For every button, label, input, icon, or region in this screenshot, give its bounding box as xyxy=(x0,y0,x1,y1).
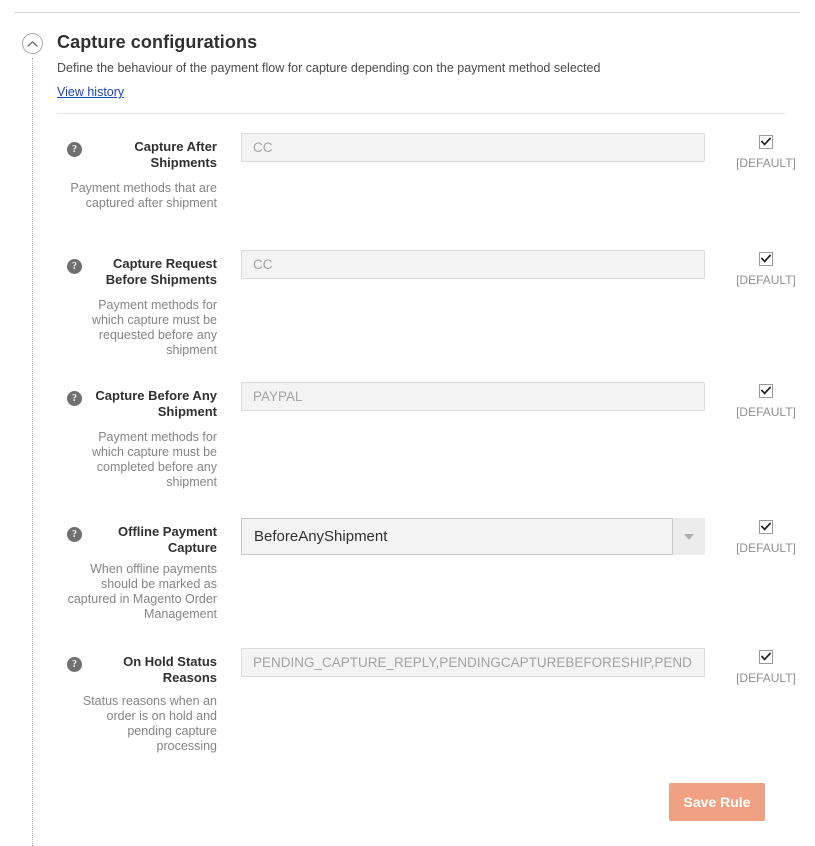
page-title: Capture configurations xyxy=(57,32,258,52)
save-rule-button[interactable]: Save Rule xyxy=(669,783,765,821)
scope-column: [DEFAULT] xyxy=(726,133,806,170)
field-note: Payment methods for which capture must b… xyxy=(91,298,217,357)
select-value[interactable]: BeforeAnyShipment xyxy=(241,518,705,555)
scope-column: [DEFAULT] xyxy=(726,648,806,685)
use-default-checkbox[interactable] xyxy=(759,383,773,398)
scope-label: [DEFAULT] xyxy=(736,405,796,419)
view-history-link[interactable]: View history xyxy=(57,85,124,99)
question-mark-icon[interactable]: ? xyxy=(67,142,82,157)
field-label: Capture Request Before Shipments xyxy=(105,256,217,287)
scope-column: [DEFAULT] xyxy=(726,250,806,287)
question-mark-icon[interactable]: ? xyxy=(67,259,82,274)
capture-configurations-section: Capture configurations Define the behavi… xyxy=(0,0,815,846)
scope-label: [DEFAULT] xyxy=(736,273,796,287)
field-label: Offline Payment Capture xyxy=(118,524,217,555)
field-label: On Hold Status Reasons xyxy=(123,654,217,685)
use-default-checkbox[interactable] xyxy=(759,251,773,266)
field-label: Capture Before Any Shipment xyxy=(95,388,217,419)
scope-label: [DEFAULT] xyxy=(736,156,796,170)
use-default-checkbox[interactable] xyxy=(759,519,773,534)
scope-column: [DEFAULT] xyxy=(726,382,806,419)
field-note: Payment methods that are captured after … xyxy=(70,181,217,210)
question-mark-icon[interactable]: ? xyxy=(67,391,82,406)
scope-column: [DEFAULT] xyxy=(726,518,806,555)
section-rail xyxy=(32,58,33,846)
field-note: Status reasons when an order is on hold … xyxy=(82,694,217,753)
field-note: Payment methods for which capture must b… xyxy=(91,430,217,489)
scope-label: [DEFAULT] xyxy=(736,541,796,555)
question-mark-icon[interactable]: ? xyxy=(67,657,82,672)
use-default-checkbox[interactable] xyxy=(759,134,773,149)
question-mark-icon[interactable]: ? xyxy=(67,527,82,542)
chevron-up-circle-icon[interactable] xyxy=(22,33,43,54)
field-note: When offline payments should be marked a… xyxy=(67,562,217,621)
field-label: Capture After Shipments xyxy=(134,139,217,170)
scope-label: [DEFAULT] xyxy=(736,671,796,685)
chevron-down-icon[interactable] xyxy=(672,518,705,555)
use-default-checkbox[interactable] xyxy=(759,649,773,664)
field-text-input[interactable] xyxy=(241,382,705,411)
offline-payment-capture-select[interactable]: BeforeAnyShipment xyxy=(241,518,705,555)
section-description: Define the behaviour of the payment flow… xyxy=(57,61,601,75)
header-divider xyxy=(57,113,785,114)
field-text-input[interactable] xyxy=(241,250,705,279)
field-text-input[interactable] xyxy=(241,648,705,677)
top-divider xyxy=(14,12,800,13)
field-text-input[interactable] xyxy=(241,133,705,162)
